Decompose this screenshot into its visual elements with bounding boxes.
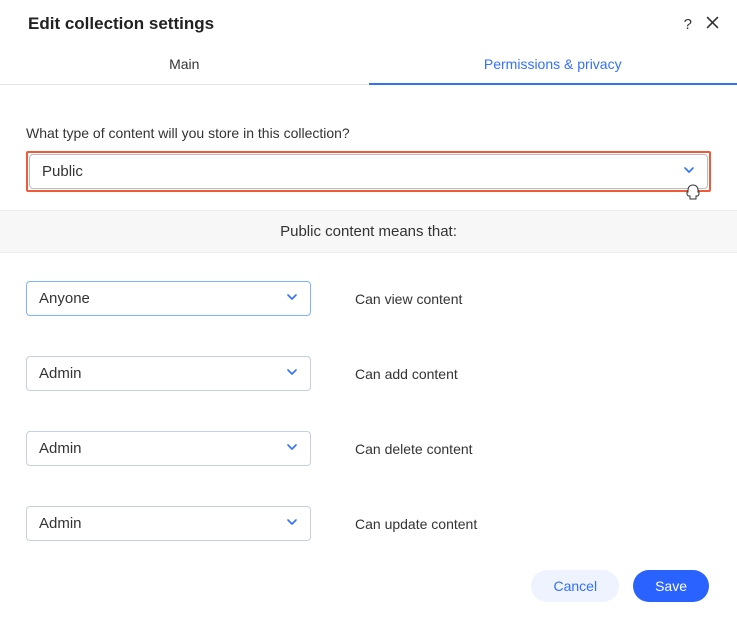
content-type-select-highlight: Public [26,151,711,192]
tab-main[interactable]: Main [0,44,369,84]
chevron-down-icon [286,515,298,532]
perm-row-add: Admin Can add content [26,356,711,391]
chevron-down-icon [683,163,695,180]
role-value: Admin [39,515,82,532]
permission-rows: Anyone Can view content Admin Can add co… [26,281,711,541]
perm-label: Can view content [355,291,462,307]
role-value: Admin [39,365,82,382]
tab-permissions[interactable]: Permissions & privacy [369,44,737,84]
role-select-delete[interactable]: Admin [26,431,311,466]
chevron-down-icon [286,290,298,307]
cancel-button[interactable]: Cancel [531,570,619,602]
content-type-value: Public [42,163,83,180]
role-value: Anyone [39,290,90,307]
role-select-add[interactable]: Admin [26,356,311,391]
dialog-title: Edit collection settings [28,14,214,34]
save-button[interactable]: Save [633,570,709,602]
help-icon[interactable]: ? [684,17,692,32]
perm-label: Can add content [355,366,458,382]
perm-label: Can delete content [355,441,473,457]
perm-row-view: Anyone Can view content [26,281,711,316]
info-band: Public content means that: [0,210,737,253]
content-type-select[interactable]: Public [29,154,708,189]
dialog-footer: Cancel Save [0,556,737,620]
content-type-question: What type of content will you store in t… [26,125,711,141]
dialog-body: What type of content will you store in t… [0,85,737,556]
role-value: Admin [39,440,82,457]
dialog-header: Edit collection settings ? [0,0,737,44]
perm-label: Can update content [355,516,477,532]
chevron-down-icon [286,365,298,382]
role-select-update[interactable]: Admin [26,506,311,541]
tabs: Main Permissions & privacy [0,44,737,85]
close-icon[interactable] [706,16,719,32]
edit-collection-dialog: Edit collection settings ? Main Permissi… [0,0,737,620]
role-select-view[interactable]: Anyone [26,281,311,316]
chevron-down-icon [286,440,298,457]
perm-row-update: Admin Can update content [26,506,711,541]
header-actions: ? [684,16,719,32]
perm-row-delete: Admin Can delete content [26,431,711,466]
